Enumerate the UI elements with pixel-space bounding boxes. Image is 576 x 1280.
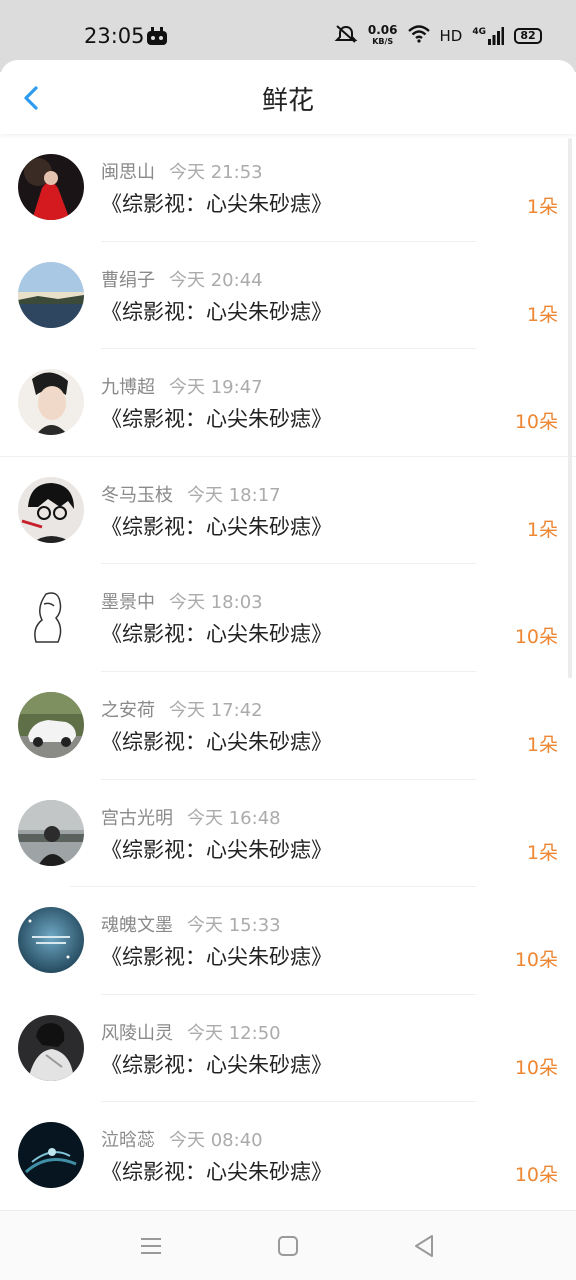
wifi-icon <box>407 25 430 47</box>
hd-label: HD <box>439 27 463 45</box>
item-meta: 宫古光明 今天 16:48 <box>101 804 281 830</box>
status-time: 23:05 <box>84 24 145 48</box>
user-name[interactable]: 墨景中 <box>101 592 155 613</box>
avatar[interactable] <box>18 799 84 866</box>
network-speed: 0.06 KB/S <box>367 23 398 46</box>
app-notification-icon <box>146 26 168 46</box>
user-name[interactable]: 之安荷 <box>101 700 155 721</box>
home-button[interactable] <box>273 1231 303 1261</box>
user-name[interactable]: 泣晗蕊 <box>101 1130 155 1151</box>
flower-count: 1朵 <box>526 196 558 218</box>
item-meta: 闽思山 今天 21:53 <box>101 158 263 184</box>
work-title[interactable]: 《综影视：心尖朱砂痣》 <box>101 618 332 648</box>
item-meta: 冬马玉枝 今天 18:17 <box>101 481 281 507</box>
item-time: 今天 18:17 <box>187 484 281 506</box>
user-name[interactable]: 风陵山灵 <box>101 1023 173 1044</box>
work-title[interactable]: 《综影视：心尖朱砂痣》 <box>101 941 332 971</box>
flower-count: 10朵 <box>514 1164 558 1187</box>
item-time: 今天 17:42 <box>169 699 263 721</box>
page-title: 鲜花 <box>261 86 314 116</box>
flower-count: 10朵 <box>514 411 558 434</box>
app-header: 鲜花 <box>0 60 576 134</box>
list-item[interactable]: 曹绢子 今天 20:44 《综影视：心尖朱砂痣》 1朵 <box>0 242 576 350</box>
item-meta: 风陵山灵 今天 12:50 <box>101 1019 281 1045</box>
item-time: 今天 19:47 <box>169 377 263 399</box>
flower-count: 1朵 <box>526 733 558 756</box>
item-meta: 曹绢子 今天 20:44 <box>101 266 263 292</box>
list-item[interactable]: 泣晗蕊 今天 08:40 《综影视：心尖朱砂痣》 10朵 <box>0 1102 576 1210</box>
menu-icon <box>141 1238 161 1254</box>
avatar[interactable] <box>18 691 84 758</box>
list-item[interactable]: 冬马玉枝 今天 18:17 《综影视：心尖朱砂痣》 1朵 <box>0 457 576 565</box>
flower-count: 10朵 <box>514 1056 558 1079</box>
back-nav-button[interactable] <box>410 1231 440 1261</box>
system-nav-bar <box>0 1210 576 1280</box>
list-item[interactable]: 墨景中 今天 18:03 《综影视：心尖朱砂痣》 10朵 <box>0 564 576 672</box>
mute-icon <box>334 24 358 48</box>
avatar[interactable] <box>18 261 84 328</box>
item-time: 今天 18:03 <box>169 592 263 614</box>
user-name[interactable]: 九博超 <box>101 377 155 398</box>
flower-list[interactable]: 闽思山 今天 21:53 《综影视：心尖朱砂痣》 1朵 曹绢子 今天 20:44 《… <box>0 134 576 1210</box>
list-item[interactable]: 之安荷 今天 17:42 《综影视：心尖朱砂痣》 1朵 <box>0 672 576 780</box>
item-meta: 魂魄文墨 今天 15:33 <box>101 911 281 937</box>
item-time: 今天 16:48 <box>187 807 281 829</box>
list-item[interactable]: 风陵山灵 今天 12:50 《综影视：心尖朱砂痣》 10朵 <box>0 995 576 1103</box>
item-meta: 墨景中 今天 18:03 <box>101 588 263 614</box>
work-title[interactable]: 《综影视：心尖朱砂痣》 <box>101 1156 332 1186</box>
avatar[interactable] <box>18 154 84 220</box>
item-time: 今天 08:40 <box>169 1130 263 1152</box>
item-time: 今天 21:53 <box>169 162 263 183</box>
user-name[interactable]: 宫古光明 <box>101 808 173 829</box>
flower-count: 10朵 <box>514 949 558 972</box>
user-name[interactable]: 曹绢子 <box>101 270 155 291</box>
user-name[interactable]: 魂魄文墨 <box>101 915 173 936</box>
flower-count: 1朵 <box>526 518 558 541</box>
item-time: 今天 15:33 <box>187 915 281 937</box>
list-item[interactable]: 宫古光明 今天 16:48 《综影视：心尖朱砂痣》 1朵 <box>0 780 576 888</box>
work-title[interactable]: 《综影视：心尖朱砂痣》 <box>101 188 332 218</box>
battery-icon: 82 <box>514 28 542 44</box>
item-time: 今天 20:44 <box>169 269 263 291</box>
list-item[interactable]: 魂魄文墨 今天 15:33 《综影视：心尖朱砂痣》 10朵 <box>0 887 576 995</box>
avatar[interactable] <box>18 369 84 436</box>
signal-icon: 4G <box>472 27 504 45</box>
back-triangle-icon <box>415 1235 433 1257</box>
menu-button[interactable] <box>136 1231 166 1261</box>
item-meta: 之安荷 今天 17:42 <box>101 696 263 722</box>
scrollbar[interactable] <box>568 138 572 678</box>
user-name[interactable]: 闽思山 <box>101 162 155 183</box>
flower-count: 1朵 <box>526 303 558 326</box>
list-item[interactable]: 闽思山 今天 21:53 《综影视：心尖朱砂痣》 1朵 <box>0 134 576 242</box>
work-title[interactable]: 《综影视：心尖朱砂痣》 <box>101 834 332 864</box>
item-meta: 九博超 今天 19:47 <box>101 373 263 399</box>
home-icon <box>278 1236 298 1256</box>
work-title[interactable]: 《综影视：心尖朱砂痣》 <box>101 296 332 326</box>
list-item[interactable]: 九博超 今天 19:47 《综影视：心尖朱砂痣》 10朵 <box>0 349 576 457</box>
avatar[interactable] <box>18 476 84 543</box>
work-title[interactable]: 《综影视：心尖朱砂痣》 <box>101 403 332 433</box>
avatar[interactable] <box>18 1014 84 1081</box>
work-title[interactable]: 《综影视：心尖朱砂痣》 <box>101 726 332 756</box>
user-name[interactable]: 冬马玉枝 <box>101 485 173 506</box>
work-title[interactable]: 《综影视：心尖朱砂痣》 <box>101 1049 332 1079</box>
flower-count: 10朵 <box>514 626 558 649</box>
avatar[interactable] <box>18 1122 84 1189</box>
status-icons: 0.06 KB/S HD 4G 82 <box>334 22 542 50</box>
item-time: 今天 12:50 <box>187 1022 281 1044</box>
item-meta: 泣晗蕊 今天 08:40 <box>101 1126 263 1152</box>
avatar[interactable] <box>18 907 84 974</box>
work-title[interactable]: 《综影视：心尖朱砂痣》 <box>101 511 332 541</box>
avatar[interactable] <box>18 584 84 651</box>
flower-count: 1朵 <box>526 841 558 864</box>
